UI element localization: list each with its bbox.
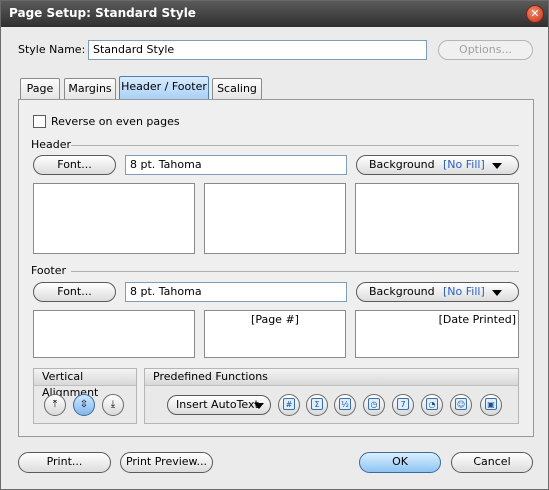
insert-autotext-dropdown[interactable]: Insert AutoText <box>167 395 271 415</box>
header-footer-panel: Reverse on even pages Header Font... 8 p… <box>18 99 534 437</box>
style-name-label: Style Name: <box>18 43 86 56</box>
header-separator <box>71 145 519 146</box>
ok-button[interactable]: OK <box>359 452 441 473</box>
header-background-label: Background <box>369 158 435 171</box>
style-name-input[interactable]: Standard Style <box>88 40 427 60</box>
align-middle-icon[interactable]: ⇳ <box>73 394 95 416</box>
time-printed-glyph: ◔ <box>426 398 438 410</box>
page-number-glyph: # <box>283 398 295 410</box>
vertical-alignment-group: Vertical Alignment ⤒ ⇳ ⤓ <box>33 368 137 424</box>
chevron-down-icon <box>254 403 264 409</box>
header-font-value: 8 pt. Tahoma <box>125 155 347 175</box>
date-printed-glyph: 7 <box>397 398 409 410</box>
time-printed-icon[interactable]: ◔ <box>421 394 443 416</box>
header-background-value: [No Fill] <box>443 158 485 171</box>
print-button[interactable]: Print... <box>18 452 111 473</box>
footer-right-text: [Date Printed] <box>438 313 516 326</box>
options-button[interactable]: Options... <box>438 40 533 60</box>
tab-header-footer[interactable]: Header / Footer <box>119 76 209 99</box>
date-printed-icon[interactable]: 7 <box>392 394 414 416</box>
reverse-even-pages-label: Reverse on even pages <box>51 115 180 128</box>
insert-autotext-label: Insert AutoText <box>176 398 259 411</box>
user-name-icon[interactable]: ☺ <box>450 394 472 416</box>
header-section-label: Header <box>31 138 72 151</box>
date-time-glyph: ◷ <box>368 398 380 410</box>
page-of-pages-icon[interactable]: ½ <box>334 394 356 416</box>
header-left-section[interactable] <box>33 183 195 254</box>
user-name-glyph: ☺ <box>455 398 467 410</box>
align-bottom-icon[interactable]: ⤓ <box>102 394 124 416</box>
page-number-icon[interactable]: # <box>278 394 300 416</box>
chevron-down-icon <box>492 290 502 296</box>
header-right-section[interactable] <box>355 183 519 254</box>
footer-font-button[interactable]: Font... <box>33 282 116 302</box>
date-time-icon[interactable]: ◷ <box>363 394 385 416</box>
chevron-down-icon <box>492 163 502 169</box>
footer-right-section[interactable]: [Date Printed] <box>355 310 519 358</box>
header-background-dropdown[interactable]: Background [No Fill] <box>356 155 519 175</box>
header-center-section[interactable] <box>204 183 346 254</box>
title-bar: Page Setup: Standard Style ✕ <box>1 1 548 27</box>
computer-name-icon[interactable]: ▣ <box>480 394 502 416</box>
footer-background-dropdown[interactable]: Background [No Fill] <box>356 282 519 302</box>
page-setup-dialog: Page Setup: Standard Style ✕ Style Name:… <box>0 0 549 490</box>
window-title: Page Setup: Standard Style <box>9 6 196 20</box>
predefined-functions-group: Predefined Functions Insert AutoText # Σ… <box>144 368 519 424</box>
footer-separator <box>71 271 519 272</box>
footer-left-section[interactable] <box>33 310 195 358</box>
footer-center-text: [Page #] <box>251 313 299 326</box>
footer-font-value: 8 pt. Tahoma <box>125 282 347 302</box>
tab-margins[interactable]: Margins <box>64 78 116 99</box>
tab-scaling[interactable]: Scaling <box>212 78 262 99</box>
footer-section-label: Footer <box>31 264 66 277</box>
align-top-icon[interactable]: ⤒ <box>44 394 66 416</box>
footer-background-value: [No Fill] <box>443 285 485 298</box>
close-icon[interactable]: ✕ <box>526 5 544 23</box>
tab-page[interactable]: Page <box>20 78 60 99</box>
total-pages-icon[interactable]: Σ <box>306 394 328 416</box>
reverse-even-pages-checkbox[interactable] <box>33 115 46 128</box>
cancel-button[interactable]: Cancel <box>451 452 533 473</box>
computer-name-glyph: ▣ <box>485 398 497 410</box>
vertical-alignment-title: Vertical Alignment <box>34 369 136 399</box>
print-preview-button[interactable]: Print Preview... <box>120 452 213 473</box>
page-of-pages-glyph: ½ <box>339 398 351 410</box>
footer-background-label: Background <box>369 285 435 298</box>
predefined-functions-title: Predefined Functions <box>145 369 518 386</box>
total-pages-glyph: Σ <box>311 398 323 410</box>
footer-center-section[interactable]: [Page #] <box>204 310 346 358</box>
header-font-button[interactable]: Font... <box>33 155 116 175</box>
